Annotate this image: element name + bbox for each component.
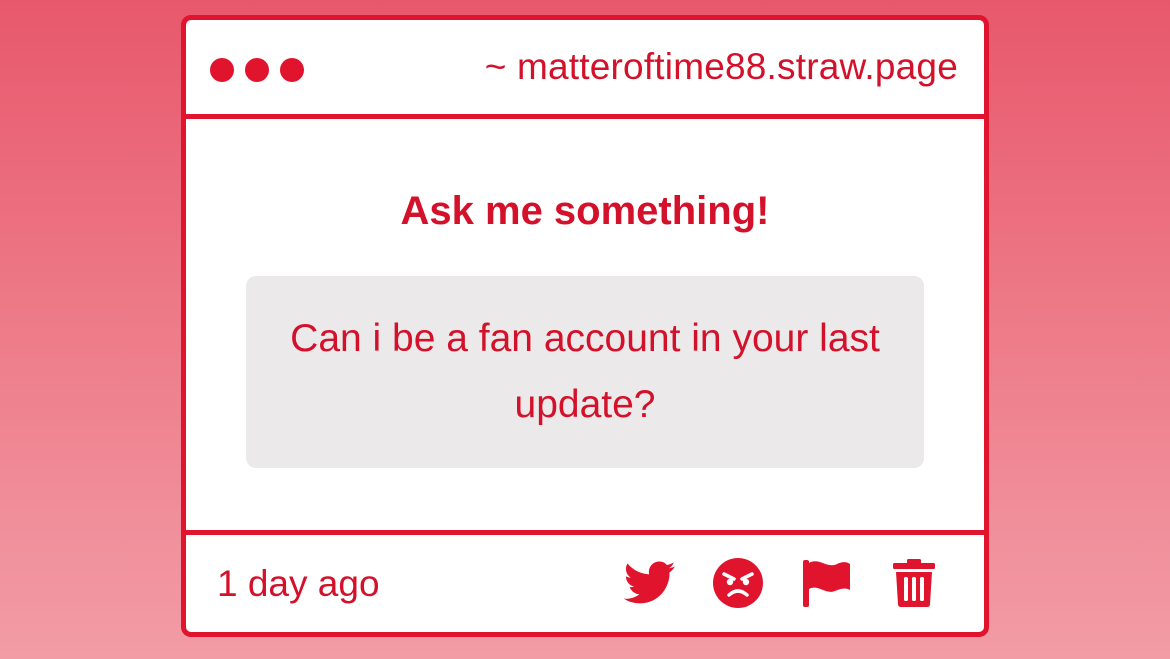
action-bar: [624, 557, 940, 609]
question-card: ~ matteroftime88.straw.page Ask me somet…: [181, 15, 989, 637]
react-angry-button[interactable]: [712, 557, 764, 609]
question-box: Can i be a fan account in your last upda…: [246, 276, 924, 468]
card-body: Ask me something! Can i be a fan account…: [186, 119, 984, 530]
page-title: Ask me something!: [400, 189, 770, 233]
trash-icon: [893, 559, 935, 607]
angry-face-icon: [713, 558, 763, 608]
window-dot-3: [280, 58, 304, 82]
report-button[interactable]: [800, 557, 852, 609]
timestamp: 1 day ago: [217, 563, 380, 604]
question-text: Can i be a fan account in your last upda…: [290, 317, 880, 426]
flag-icon: [803, 560, 850, 607]
delete-button[interactable]: [888, 557, 940, 609]
share-twitter-button[interactable]: [624, 557, 676, 609]
window-titlebar: ~ matteroftime88.straw.page: [186, 20, 984, 119]
window-dot-2: [245, 58, 269, 82]
twitter-icon: [624, 561, 676, 604]
window-controls: [210, 58, 304, 82]
window-dot-1: [210, 58, 234, 82]
page-url: ~ matteroftime88.straw.page: [484, 46, 958, 87]
card-footer: 1 day ago: [186, 530, 984, 632]
